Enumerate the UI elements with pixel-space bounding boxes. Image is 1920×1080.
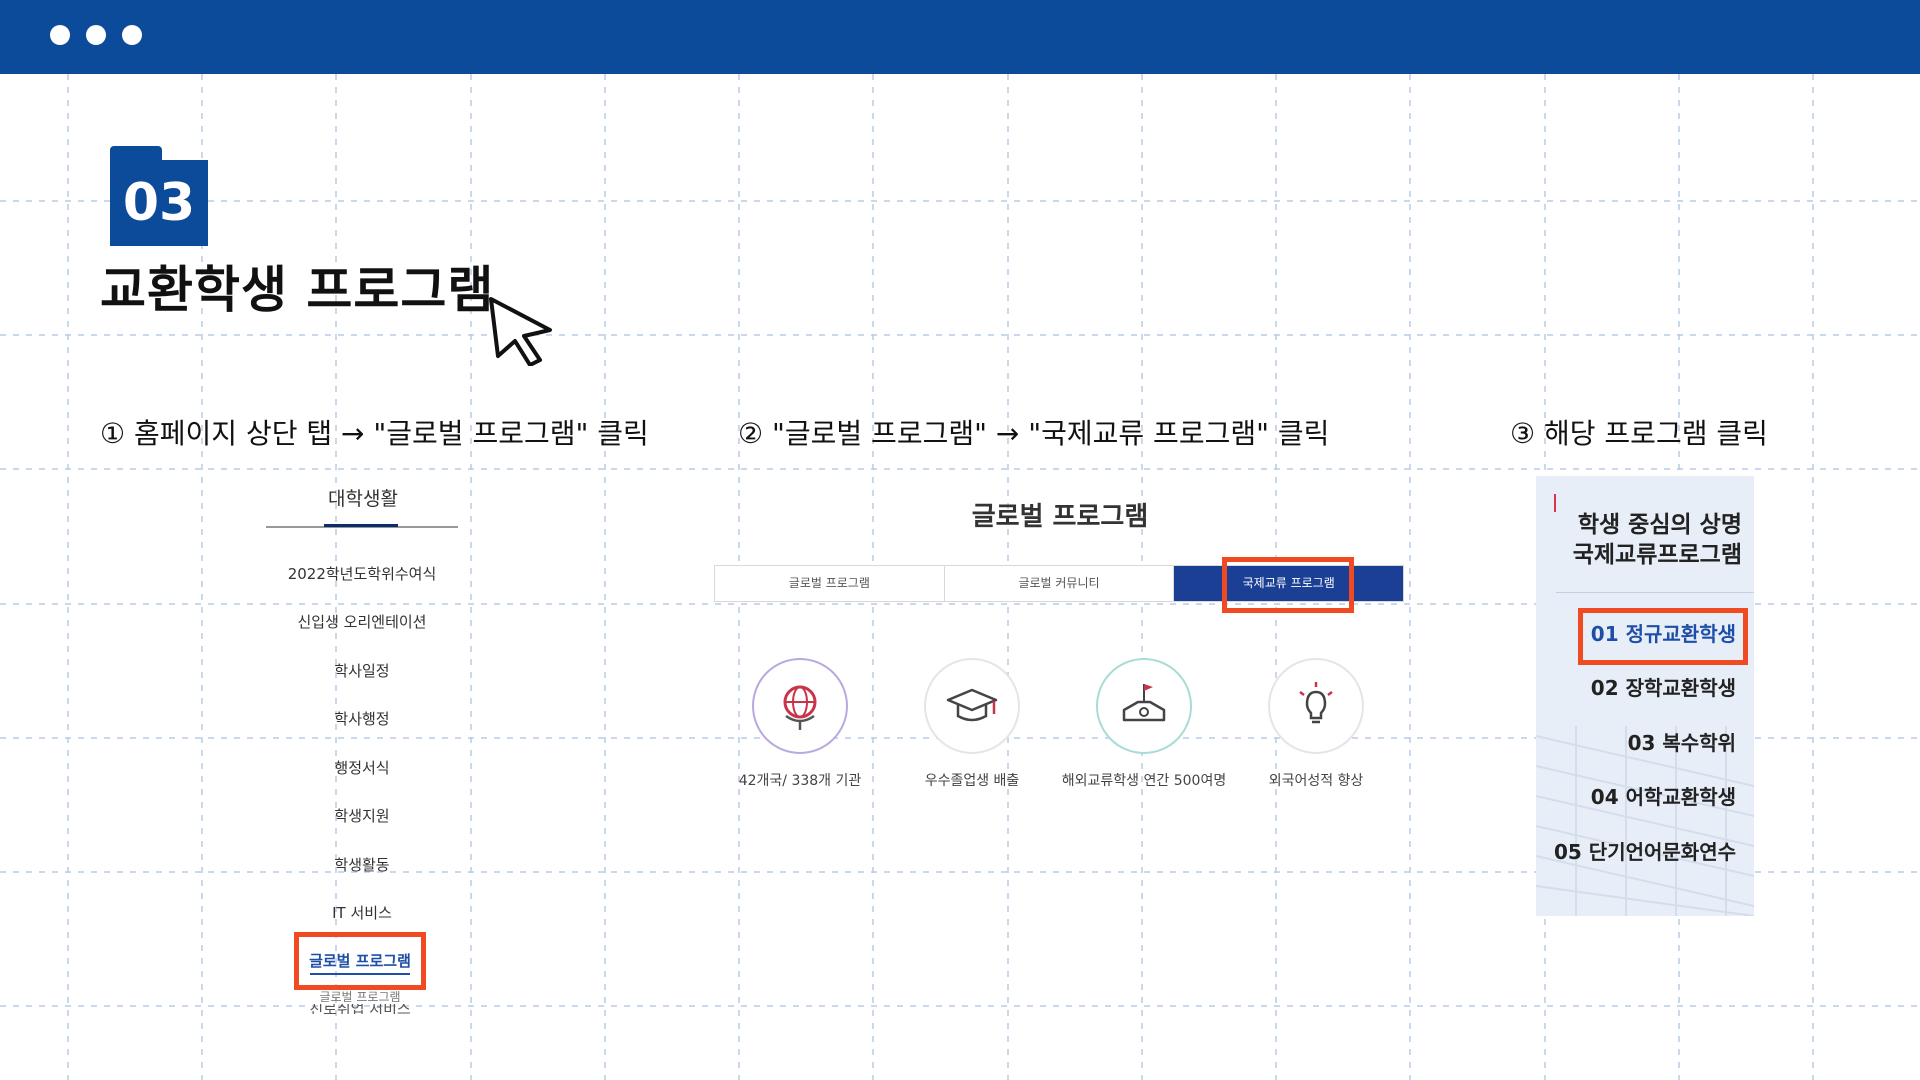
slide: 03 교환학생 프로그램 ① 홈페이지 상단 탭 → "글로벌 프로그램" 클릭… (0, 0, 1920, 1080)
feature-caption-exchange-students: 해외교류학생 연간 500여명 (1061, 773, 1227, 789)
section-number: 03 (110, 160, 208, 246)
window-dot-icon (122, 25, 142, 45)
section-number-badge: 03 (110, 146, 208, 246)
window-dot-icon (50, 25, 70, 45)
program-list-title-line-1: 학생 중심의 상명 (1577, 512, 1742, 538)
highlight-box-step-3 (1578, 608, 1748, 665)
sidebar-item-forms[interactable]: 행정서식 (266, 757, 458, 778)
sidebar-item-student-support[interactable]: 학생지원 (266, 805, 458, 826)
program-item-language-exchange[interactable]: 04 어학교환학생 (1536, 781, 1736, 810)
page-title: 교환학생 프로그램 (100, 261, 495, 319)
sidebar-item-orientation[interactable]: 신입생 오리엔테이션 (266, 611, 458, 632)
highlight-box-step-2 (1222, 557, 1354, 613)
highlight-box-step-1 (294, 932, 426, 990)
graduation-cap-icon (924, 658, 1020, 754)
sidebar-item-academic-admin[interactable]: 학사행정 (266, 708, 458, 729)
program-item-double-degree[interactable]: 03 복수학위 (1536, 727, 1736, 756)
global-program-title: 글로벌 프로그램 (971, 502, 1149, 532)
feature-caption-institutions: 42개국/ 338개 기관 (738, 773, 862, 789)
sidebar-item-graduation[interactable]: 2022학년도학위수여식 (266, 563, 458, 584)
globe-icon (752, 658, 848, 754)
sidebar-item-it-service[interactable]: IT 서비스 (266, 902, 458, 923)
top-bar (0, 0, 1920, 74)
sidebar-item-career[interactable]: 진로취업 서비스 (294, 1004, 426, 1014)
sidebar-header[interactable]: 대학생활 (268, 484, 458, 511)
mouse-cursor-icon (489, 297, 552, 366)
lightbulb-icon (1268, 658, 1364, 754)
title-divider (1556, 592, 1754, 593)
folder-tab (110, 146, 162, 160)
tab-global-program[interactable]: 글로벌 프로그램 (715, 566, 945, 601)
sidebar-item-academic-calendar[interactable]: 학사일정 (266, 660, 458, 681)
tab-global-community[interactable]: 글로벌 커뮤니티 (945, 566, 1175, 601)
exchange-program-screenshot: 학생 중심의 상명 국제교류프로그램 01 정규교환학생 02 장학교환학생 0… (1536, 476, 1754, 916)
hover-tooltip-label: 글로벌 프로그램 (319, 990, 401, 1004)
feature-caption-language-score: 외국어성적 향상 (1268, 773, 1364, 789)
feature-caption-graduates: 우수졸업생 배출 (924, 773, 1020, 789)
program-item-scholarship-exchange[interactable]: 02 장학교환학생 (1536, 672, 1736, 701)
program-list-title-line-2: 국제교류프로그램 (1572, 542, 1742, 568)
sidebar-item-student-activities[interactable]: 학생활동 (266, 854, 458, 875)
podium-flag-icon (1096, 658, 1192, 754)
step-1-caption: ① 홈페이지 상단 탭 → "글로벌 프로그램" 클릭 (100, 417, 649, 450)
window-dot-icon (86, 25, 106, 45)
sidebar-header-active-indicator (324, 524, 398, 527)
step-2-caption: ② "글로벌 프로그램" → "국제교류 프로그램" 클릭 (738, 417, 1330, 450)
step-3-caption: ③ 해당 프로그램 클릭 (1510, 417, 1768, 450)
program-list-title: 학생 중심의 상명 국제교류프로그램 (1546, 510, 1742, 570)
program-item-short-term-culture[interactable]: 05 단기언어문화연수 (1536, 836, 1736, 865)
